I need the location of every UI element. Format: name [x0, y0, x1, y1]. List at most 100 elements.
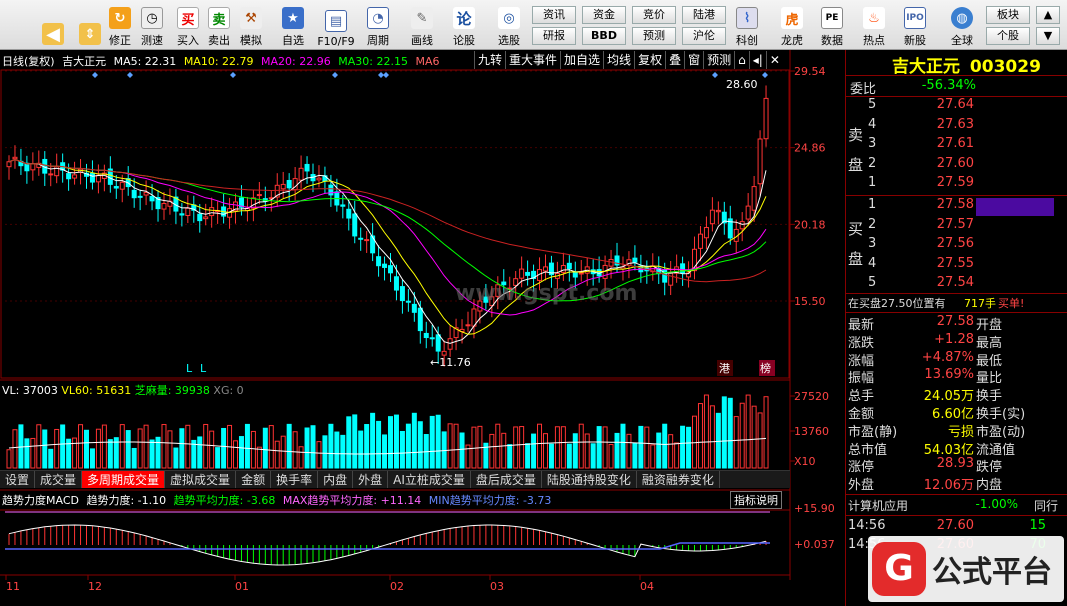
simulate-button[interactable]: ⚒ 模拟: [237, 2, 265, 48]
tab-amount[interactable]: 金额: [236, 471, 272, 488]
data-button[interactable]: PE 数据: [815, 2, 849, 48]
volume-bar: [477, 425, 483, 469]
volume-bar: [36, 424, 42, 469]
up-down-button[interactable]: ⇕: [76, 2, 104, 48]
volume-bar: [525, 443, 531, 469]
buy-level-5[interactable]: 5 27.54: [846, 275, 1067, 293]
toolbar-more-bottom[interactable]: ▼: [1036, 27, 1060, 45]
volume-bar: [215, 447, 221, 469]
candle-body: [298, 167, 304, 181]
volume-bar: [721, 396, 727, 469]
period-label: 周期: [367, 34, 389, 47]
stat-row: 外盘 12.06万 内盘: [846, 474, 1067, 493]
funds-button[interactable]: 资金: [582, 6, 626, 24]
tiger-icon: 虎: [781, 7, 803, 29]
volume-bar: [149, 439, 155, 469]
candle-body: [89, 172, 95, 183]
candle-body: [382, 263, 388, 268]
stock-button[interactable]: 个股: [986, 27, 1030, 45]
period-button[interactable]: ◔ 周期: [360, 2, 396, 48]
fix-button[interactable]: ↻ 修正: [106, 2, 134, 48]
ipo-button[interactable]: IPO 新股: [898, 2, 932, 48]
pe-icon: PE: [821, 7, 843, 29]
tab-settings[interactable]: 设置: [0, 471, 36, 488]
flame-icon: ♨: [863, 7, 885, 29]
volume-bar: [507, 444, 513, 469]
sell-level-1[interactable]: 1 27.59: [846, 175, 1067, 193]
buy-level-4[interactable]: 4 27.55: [846, 256, 1067, 274]
tab-hk-holding[interactable]: 陆股通持股变化: [542, 471, 637, 488]
volume-bar: [435, 414, 441, 469]
research-button[interactable]: 研报: [532, 27, 576, 45]
back-button[interactable]: ◀: [38, 2, 68, 48]
forecast-button[interactable]: 预测: [632, 27, 676, 45]
sell-level-5[interactable]: 5 27.64: [846, 97, 1067, 115]
buy-level-3[interactable]: 3 27.56: [846, 236, 1067, 254]
dragon-tiger-button[interactable]: 虎 龙虎: [775, 2, 809, 48]
tab-multi-period-volume[interactable]: 多周期成交量: [82, 471, 166, 488]
candle-body: [697, 233, 703, 249]
indicator-help-button[interactable]: 指标说明: [730, 491, 782, 509]
level-number: 5: [868, 275, 877, 290]
volume-bar: [42, 429, 48, 469]
stock-pick-label: 选股: [498, 34, 520, 47]
sell-level-3[interactable]: 3 27.61: [846, 136, 1067, 154]
chart-svg[interactable]: 29.54 24.86 20.18 15.50 28.60 ←11.76 L L 港 榜 www.g…: [0, 50, 845, 606]
bidding-button[interactable]: 竞价: [632, 6, 676, 24]
sell-level-2[interactable]: 2 27.60: [846, 156, 1067, 174]
sell-level-4[interactable]: 4 27.63: [846, 117, 1067, 135]
volume-bar: [459, 432, 465, 469]
stock-pick-button[interactable]: ◎ 选股: [490, 2, 528, 48]
hotspot-button[interactable]: ♨ 热点: [857, 2, 891, 48]
stat-label: 振幅: [848, 371, 875, 387]
volume-bar: [572, 433, 578, 469]
hk-connect-button[interactable]: 陆港: [682, 6, 726, 24]
buy-button[interactable]: 买 买入: [174, 2, 202, 48]
tab-turnover[interactable]: 换手率: [271, 471, 319, 488]
bbd-button[interactable]: BBD: [582, 27, 626, 45]
star-market-button[interactable]: ⌇ 科创: [730, 2, 764, 48]
volume-bar: [78, 424, 84, 469]
f10-button[interactable]: ▤ F10/F9: [314, 2, 358, 48]
tab-inner[interactable]: 内盘: [318, 471, 354, 488]
volume-bar: [119, 424, 125, 469]
stat-value: 27.58: [936, 314, 974, 329]
tab-ai-volume[interactable]: AI立桩成交量: [388, 471, 471, 488]
tab-virtual-volume[interactable]: 虚拟成交量: [165, 471, 237, 488]
buy-level-2[interactable]: 2 27.57: [846, 217, 1067, 235]
candle-body: [179, 213, 185, 216]
volume-bar: [125, 430, 131, 469]
watchlist-button[interactable]: ★ 自选: [276, 2, 310, 48]
tab-margin[interactable]: 融资融券变化: [637, 471, 720, 488]
shanghai-london-button[interactable]: 沪伦: [682, 27, 726, 45]
toolbar: ◀ ⇕ ↻ 修正 ◷ 测速 买 买入 卖 卖出 ⚒ 模拟 ★ 自选 ▤ F10/…: [0, 0, 1067, 50]
sector-button[interactable]: 板块: [986, 6, 1030, 24]
month-label: 04: [640, 580, 654, 593]
draw-line-button[interactable]: ✎ 画线: [404, 2, 440, 48]
forum-icon: 论: [453, 7, 475, 29]
candle-body: [376, 256, 382, 267]
speed-test-button[interactable]: ◷ 测速: [138, 2, 166, 48]
volume-bar: [441, 431, 447, 469]
tab-volume[interactable]: 成交量: [35, 471, 83, 488]
volume-bar: [542, 433, 548, 469]
candle-body: [328, 184, 334, 196]
volume-bar: [388, 416, 393, 469]
sell-button[interactable]: 卖 卖出: [205, 2, 233, 48]
tab-after-hours[interactable]: 盘后成交量: [471, 471, 542, 488]
candle-body: [6, 161, 12, 168]
volume-bar: [304, 427, 310, 469]
forum-button[interactable]: 论 论股: [450, 2, 478, 48]
tab-outer[interactable]: 外盘: [353, 471, 389, 488]
candle-body: [119, 181, 125, 190]
industry-row[interactable]: 计算机应用 -1.00% 同行: [846, 497, 1067, 515]
month-label: 11: [6, 580, 20, 593]
stat-row: 涨幅 +4.87% 最低: [846, 350, 1067, 369]
global-button[interactable]: ◍ 全球: [945, 2, 979, 48]
level-number: 3: [868, 236, 877, 251]
candle-body: [423, 332, 429, 339]
toolbar-more-top[interactable]: ▲: [1036, 6, 1060, 24]
news-button[interactable]: 资讯: [532, 6, 576, 24]
candle-body: [95, 174, 101, 183]
volume-bar: [155, 436, 161, 469]
